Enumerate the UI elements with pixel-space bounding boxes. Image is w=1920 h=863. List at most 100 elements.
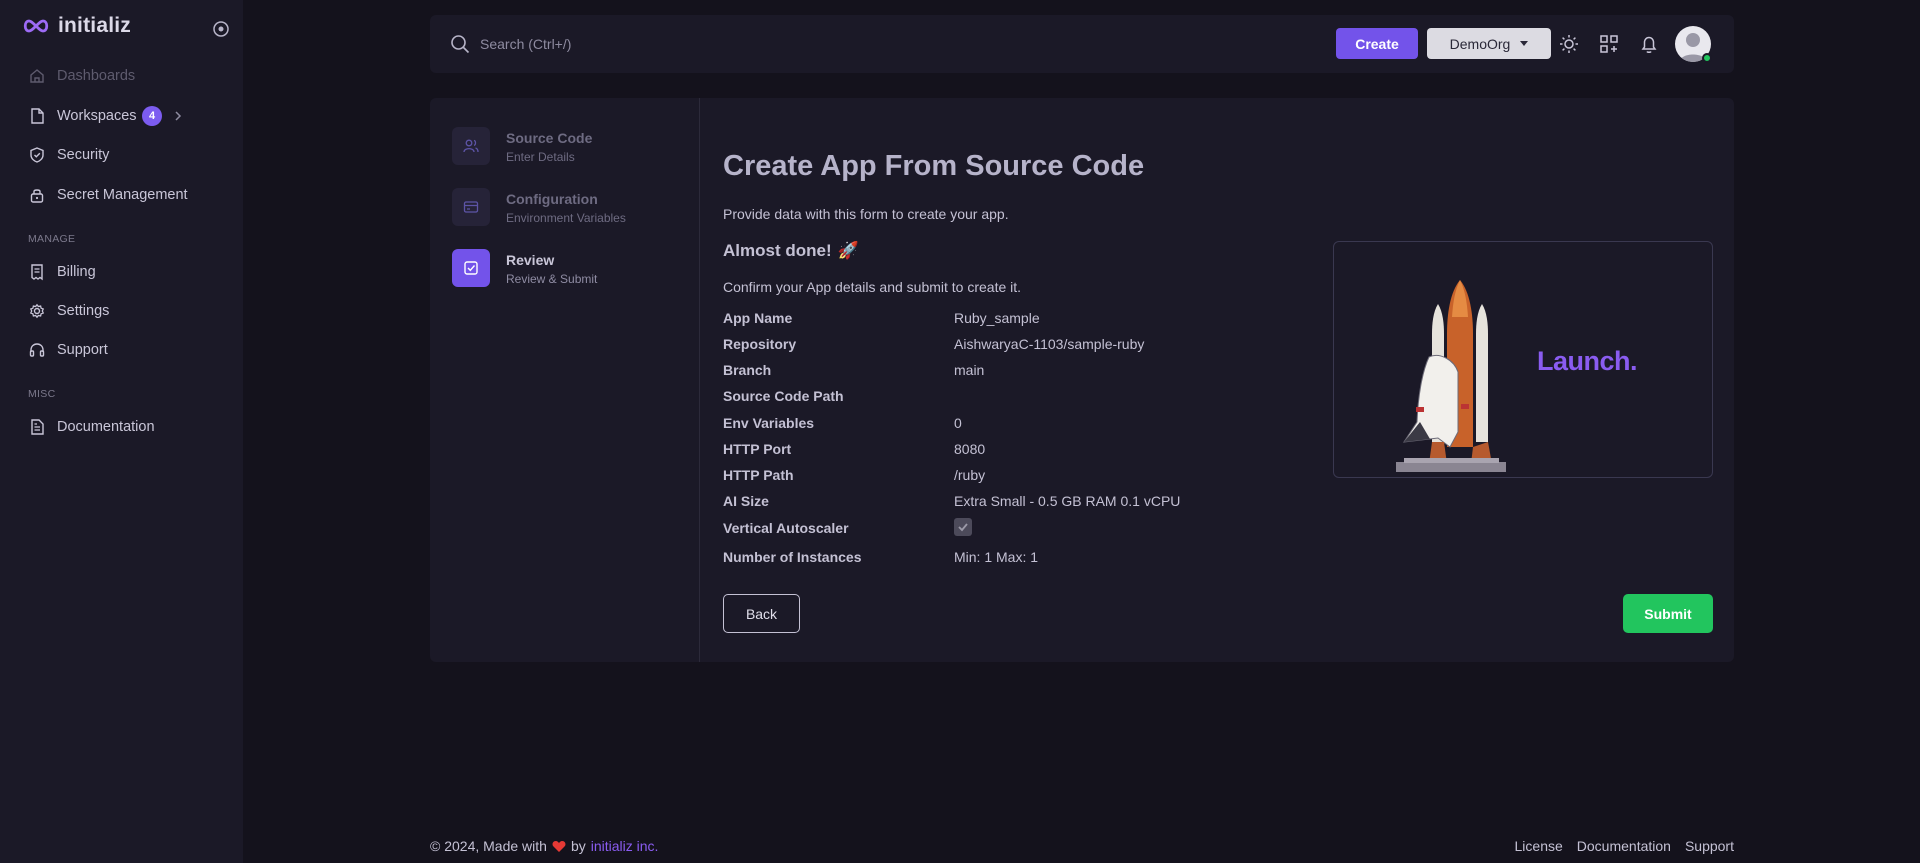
footer-links: License Documentation Support <box>1515 838 1734 854</box>
sidebar-item-settings[interactable]: Settings <box>28 299 218 323</box>
shield-icon <box>30 147 44 163</box>
sidebar-item-support[interactable]: Support <box>28 338 218 362</box>
detail-value: /ruby <box>954 467 986 483</box>
section-label-manage: MANAGE <box>28 233 76 245</box>
brand[interactable]: initializ <box>22 14 131 38</box>
detail-row: App Name Ruby_sample <box>723 310 1223 330</box>
apps-grid-icon[interactable] <box>1598 33 1620 55</box>
users-icon <box>463 139 479 153</box>
card-icon <box>463 201 479 213</box>
detail-key: AI Size <box>723 493 769 509</box>
create-button[interactable]: Create <box>1336 28 1418 59</box>
step-title: Source Code <box>506 130 593 146</box>
sidebar-item-label: Support <box>57 342 108 358</box>
detail-value: AishwaryaC-1103/sample-ruby <box>954 336 1145 352</box>
documentation-link[interactable]: Documentation <box>1577 838 1671 854</box>
sidebar-item-dashboards[interactable]: Dashboards <box>28 64 218 88</box>
detail-value: 8080 <box>954 441 986 457</box>
detail-key: Branch <box>723 362 772 378</box>
launch-text: Launch. <box>1537 346 1638 376</box>
file-icon <box>31 108 44 124</box>
step-subtitle: Environment Variables <box>506 211 626 225</box>
top-bar: Create DemoOrg <box>430 15 1734 73</box>
step-configuration[interactable]: Configuration Environment Variables <box>452 188 626 226</box>
search-input[interactable] <box>480 29 980 59</box>
workspaces-count-badge: 4 <box>142 106 162 126</box>
step-subtitle: Enter Details <box>506 150 575 164</box>
detail-row: Env Variables 0 <box>723 415 1223 435</box>
section-label-misc: MISC <box>28 388 56 400</box>
checkmark-icon <box>958 523 968 532</box>
heart-icon <box>552 840 566 852</box>
sun-icon[interactable] <box>1558 33 1580 55</box>
step-source-code[interactable]: Source Code Enter Details <box>452 127 592 165</box>
detail-value: Ruby_sample <box>954 310 1040 326</box>
sidebar: initializ Dashboards Workspaces 4 Securi… <box>0 0 243 863</box>
detail-key: Number of Instances <box>723 549 862 565</box>
detail-row: Number of Instances Min: 1 Max: 1 <box>723 549 1223 569</box>
page-title: Create App From Source Code <box>723 150 1145 182</box>
detail-value: main <box>954 362 985 378</box>
bell-icon[interactable] <box>1638 33 1660 55</box>
create-app-card: Source Code Enter Details Configuration … <box>430 98 1734 662</box>
launch-illustration: Launch. <box>1333 241 1713 478</box>
company-link[interactable]: initializ inc. <box>591 838 659 854</box>
detail-row: HTTP Port 8080 <box>723 441 1223 461</box>
detail-row: AI Size Extra Small - 0.5 GB RAM 0.1 vCP… <box>723 493 1223 513</box>
gear-icon <box>29 303 45 319</box>
sidebar-item-label: Billing <box>57 264 96 280</box>
detail-value: Extra Small - 0.5 GB RAM 0.1 vCPU <box>954 493 1181 509</box>
confirm-text: Confirm your App details and submit to c… <box>723 279 1022 295</box>
sidebar-item-label: Documentation <box>57 419 155 435</box>
detail-key: Env Variables <box>723 415 815 431</box>
support-link[interactable]: Support <box>1685 838 1734 854</box>
sidebar-item-billing[interactable]: Billing <box>28 260 218 284</box>
detail-value: 0 <box>954 415 962 431</box>
by-text: by <box>570 838 586 854</box>
step-icon-box <box>452 249 490 287</box>
sidebar-item-workspaces[interactable]: Workspaces <box>28 104 218 128</box>
detail-key: HTTP Port <box>723 441 792 457</box>
almost-done-heading: Almost done! 🚀 <box>723 241 859 261</box>
sidebar-item-documentation[interactable]: Documentation <box>28 415 218 439</box>
chevron-right-icon[interactable] <box>172 110 184 122</box>
stepper-divider <box>699 98 700 662</box>
detail-key: Vertical Autoscaler <box>723 520 849 536</box>
step-icon-box <box>452 127 490 165</box>
sidebar-item-security[interactable]: Security <box>28 143 218 167</box>
vertical-autoscaler-checkbox[interactable] <box>954 518 972 536</box>
rocket-emoji-icon: 🚀 <box>837 241 859 260</box>
sidebar-item-label: Security <box>57 147 110 163</box>
org-selector[interactable]: DemoOrg <box>1427 28 1551 59</box>
detail-row: Repository AishwaryaC-1103/sample-ruby <box>723 336 1223 356</box>
infinity-logo-icon <box>23 19 49 33</box>
footer-copyright: © 2024, Made with by initializ inc. <box>430 838 658 854</box>
online-status-dot <box>1702 53 1712 63</box>
detail-row: Vertical Autoscaler <box>723 518 1223 540</box>
detail-key: App Name <box>723 310 793 326</box>
lock-icon <box>30 189 44 203</box>
sidebar-item-label: Dashboards <box>57 68 136 84</box>
detail-row: Source Code Path <box>723 388 1223 408</box>
license-link[interactable]: License <box>1515 838 1563 854</box>
detail-row: HTTP Path /ruby <box>723 467 1223 487</box>
copyright-text: © 2024, Made with <box>430 838 547 854</box>
space-shuttle-image <box>1396 280 1506 472</box>
step-title: Review <box>506 252 555 268</box>
sidebar-item-label: Settings <box>57 303 110 319</box>
detail-key: Source Code Path <box>723 388 844 404</box>
org-label: DemoOrg <box>1449 35 1511 52</box>
almost-done-text: Almost done! <box>723 241 832 260</box>
detail-row: Branch main <box>723 362 1223 382</box>
step-icon-box <box>452 188 490 226</box>
home-icon <box>30 69 44 83</box>
sidebar-item-secret-management[interactable]: Secret Management <box>28 183 218 207</box>
detail-value: Min: 1 Max: 1 <box>954 549 1039 565</box>
collapse-sidebar-icon[interactable] <box>212 20 230 38</box>
caret-down-icon <box>1520 41 1529 46</box>
detail-key: HTTP Path <box>723 467 794 483</box>
submit-button[interactable]: Submit <box>1623 594 1713 633</box>
brand-name: initializ <box>58 14 131 37</box>
back-button[interactable]: Back <box>723 594 800 633</box>
step-review[interactable]: Review Review & Submit <box>452 249 597 287</box>
